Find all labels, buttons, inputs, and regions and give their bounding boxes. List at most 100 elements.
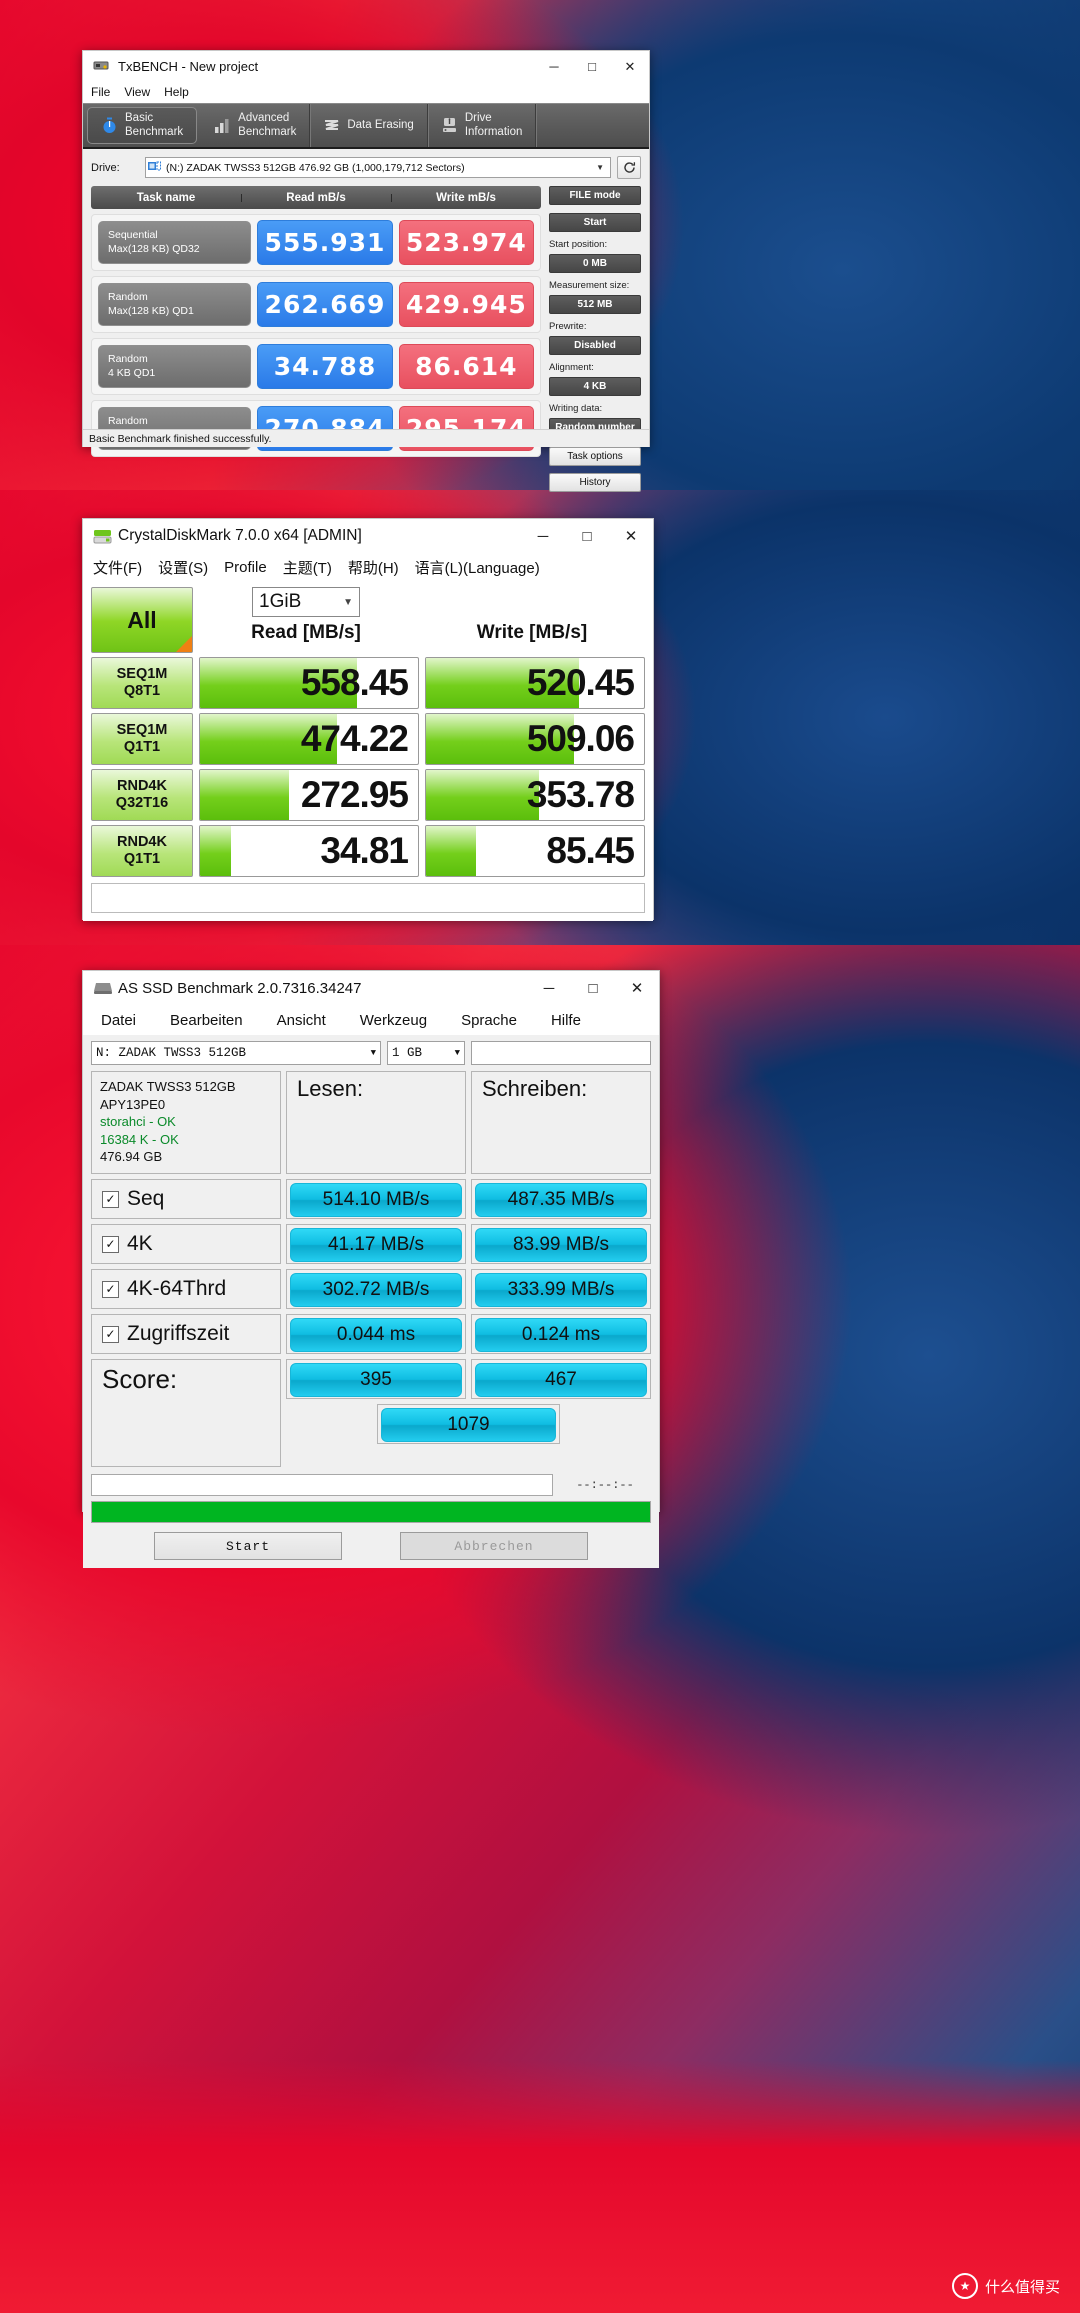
cdm-maximize-button[interactable]: □ [565, 519, 609, 553]
refresh-button[interactable] [617, 156, 641, 179]
all-button[interactable]: All [91, 587, 193, 653]
history-button[interactable]: History [549, 473, 641, 492]
cancel-button: Abbrechen [400, 1532, 588, 1560]
read-value: 41.17 MB/s [290, 1228, 462, 1262]
test-label-button[interactable]: SEQ1M Q1T1 [91, 712, 193, 765]
test-label-line1: SEQ1M [116, 722, 168, 739]
writing-data-label: Writing data: [549, 403, 603, 414]
menu-item-sprache[interactable]: Sprache [461, 1012, 517, 1029]
menu-item-view[interactable]: View [124, 85, 150, 99]
start-button[interactable]: Start [549, 213, 641, 232]
cdm-app-icon [93, 528, 112, 544]
measurement-size-value[interactable]: 512 MB [549, 295, 641, 314]
tab-data-erasing-label: Data Erasing [347, 118, 414, 131]
menu-item-hilfe[interactable]: Hilfe [551, 1012, 581, 1029]
asssd-window: AS SSD Benchmark 2.0.7316.34247 ─ □ ✕ Da… [82, 970, 660, 1568]
cdm-minimize-button[interactable]: ─ [521, 519, 565, 553]
test-size-select[interactable]: 1GiB ▼ [252, 587, 360, 617]
menu-item-theme[interactable]: 主题(T) [283, 557, 332, 578]
asssd-menubar: Datei Bearbeiten Ansicht Werkzeug Sprach… [83, 1005, 659, 1035]
menu-item-ansicht[interactable]: Ansicht [277, 1012, 326, 1029]
test-label-button[interactable]: RND4K Q1T1 [91, 824, 193, 877]
size-select[interactable]: 1 GB ▼ [387, 1041, 465, 1065]
asssd-maximize-button[interactable]: □ [571, 971, 615, 1005]
write-bar-fill [426, 769, 540, 820]
tab-data-erasing[interactable]: Data Erasing [310, 104, 428, 147]
task-options-button[interactable]: Task options [549, 447, 641, 466]
task-name-button[interactable]: Sequential Max(128 KB) QD32 [98, 221, 252, 264]
txbench-close-button[interactable]: ✕ [611, 51, 649, 81]
checkbox-4k-64thrd[interactable]: ✓ [102, 1280, 119, 1298]
table-row: RND4K Q1T1 34.81 85.45 [91, 824, 645, 877]
write-value-cell: 520.45 [425, 657, 645, 709]
asssd-progress-row: --:--:-- [91, 1474, 651, 1496]
table-row: Sequential Max(128 KB) QD32 555.931 523.… [91, 214, 541, 271]
txbench-table-header: Task name Read mB/s Write mB/s [91, 186, 541, 209]
test-label-button[interactable]: RND4K Q32T16 [91, 768, 193, 821]
txbench-app-icon [93, 58, 111, 74]
menu-item-help[interactable]: 帮助(H) [348, 557, 399, 578]
write-value: 85.45 [546, 829, 635, 871]
start-button[interactable]: Start [154, 1532, 342, 1560]
read-header-label: Lesen: [286, 1071, 466, 1174]
chevron-down-icon: ▼ [596, 163, 604, 172]
read-value-cell: 272.95 [199, 768, 419, 821]
test-row-zugriffszeit[interactable]: ✓ Zugriffszeit [91, 1314, 281, 1354]
tab-drive-information[interactable]: Drive Information [428, 104, 537, 147]
checkbox-4k[interactable]: ✓ [102, 1235, 119, 1253]
drive-driver-status: storahci - OK [100, 1114, 176, 1130]
task-name-button[interactable]: Random Max(128 KB) QD1 [98, 283, 252, 326]
menu-item-datei[interactable]: Datei [101, 1012, 136, 1029]
test-row-seq[interactable]: ✓ Seq [91, 1179, 281, 1219]
menu-item-settings[interactable]: 设置(S) [158, 557, 208, 578]
size-select-value: 1 GB [392, 1046, 423, 1060]
asssd-button-row: Start Abbrechen [91, 1532, 651, 1560]
cdm-content: All 1GiB ▼ Read [MB/s] Write [MB/s] SEQ1… [83, 581, 653, 921]
note-input[interactable] [471, 1041, 651, 1065]
txbench-minimize-button[interactable]: ─ [535, 51, 573, 81]
test-label-button[interactable]: SEQ1M Q8T1 [91, 657, 193, 709]
menu-item-file[interactable]: 文件(F) [93, 557, 142, 578]
cdm-read-column-header: 1GiB ▼ Read [MB/s] [193, 587, 419, 644]
test-label-line2: Q32T16 [115, 794, 169, 811]
test-row-4k[interactable]: ✓ 4K [91, 1224, 281, 1264]
table-row: RND4K Q32T16 272.95 353.78 [91, 768, 645, 821]
cdm-window-controls: ─ □ ✕ [521, 519, 653, 553]
drive-select[interactable]: N: ZADAK TWSS3 512GB ▼ [91, 1041, 381, 1065]
chevron-down-icon: ▼ [454, 1048, 460, 1058]
start-position-value[interactable]: 0 MB [549, 254, 641, 273]
checkbox-zugriffszeit[interactable]: ✓ [102, 1325, 119, 1343]
chevron-down-icon: ▼ [370, 1048, 376, 1058]
score-write-cell: 467 [471, 1359, 651, 1399]
task-name-line1: Random [108, 415, 148, 428]
asssd-close-button[interactable]: ✕ [615, 971, 659, 1005]
asssd-minimize-button[interactable]: ─ [527, 971, 571, 1005]
drive-select-value: N: ZADAK TWSS3 512GB [96, 1046, 247, 1060]
cdm-close-button[interactable]: ✕ [609, 519, 653, 553]
tab-advanced-benchmark[interactable]: Advanced Benchmark [201, 104, 311, 147]
menu-item-bearbeiten[interactable]: Bearbeiten [170, 1012, 243, 1029]
txbench-menubar: File View Help [83, 81, 649, 103]
prewrite-value[interactable]: Disabled [549, 336, 641, 355]
test-row-4k-64thrd[interactable]: ✓ 4K-64Thrd [91, 1269, 281, 1309]
file-mode-button[interactable]: FILE mode [549, 186, 641, 205]
crystaldiskmark-window: CrystalDiskMark 7.0.0 x64 [ADMIN] ─ □ ✕ … [82, 518, 654, 921]
menu-item-language[interactable]: 语言(L)(Language) [415, 557, 540, 578]
menu-item-help[interactable]: Help [164, 85, 189, 99]
score-total-cell: 1079 [377, 1404, 560, 1444]
menu-item-werkzeug[interactable]: Werkzeug [360, 1012, 427, 1029]
menu-item-file[interactable]: File [91, 85, 110, 99]
menu-item-profile[interactable]: Profile [224, 559, 267, 576]
drive-select[interactable]: (N:) ZADAK TWSS3 512GB 476.92 GB (1,000,… [145, 157, 611, 178]
txbench-maximize-button[interactable]: □ [573, 51, 611, 81]
checkbox-seq[interactable]: ✓ [102, 1190, 119, 1208]
score-read-value: 395 [290, 1363, 462, 1397]
task-name-button[interactable]: Random 4 KB QD1 [98, 345, 252, 388]
write-value-cell: 353.78 [425, 768, 645, 821]
asssd-write-column: Schreiben: [471, 1071, 651, 1174]
read-value-cell: 302.72 MB/s [286, 1269, 466, 1309]
alignment-value[interactable]: 4 KB [549, 377, 641, 396]
tab-basic-benchmark[interactable]: Basic Benchmark [87, 107, 198, 144]
write-value: 86.614 [398, 344, 534, 389]
table-row: ✓ 4K-64Thrd 302.72 MB/s 333.99 MB/s [91, 1269, 651, 1309]
